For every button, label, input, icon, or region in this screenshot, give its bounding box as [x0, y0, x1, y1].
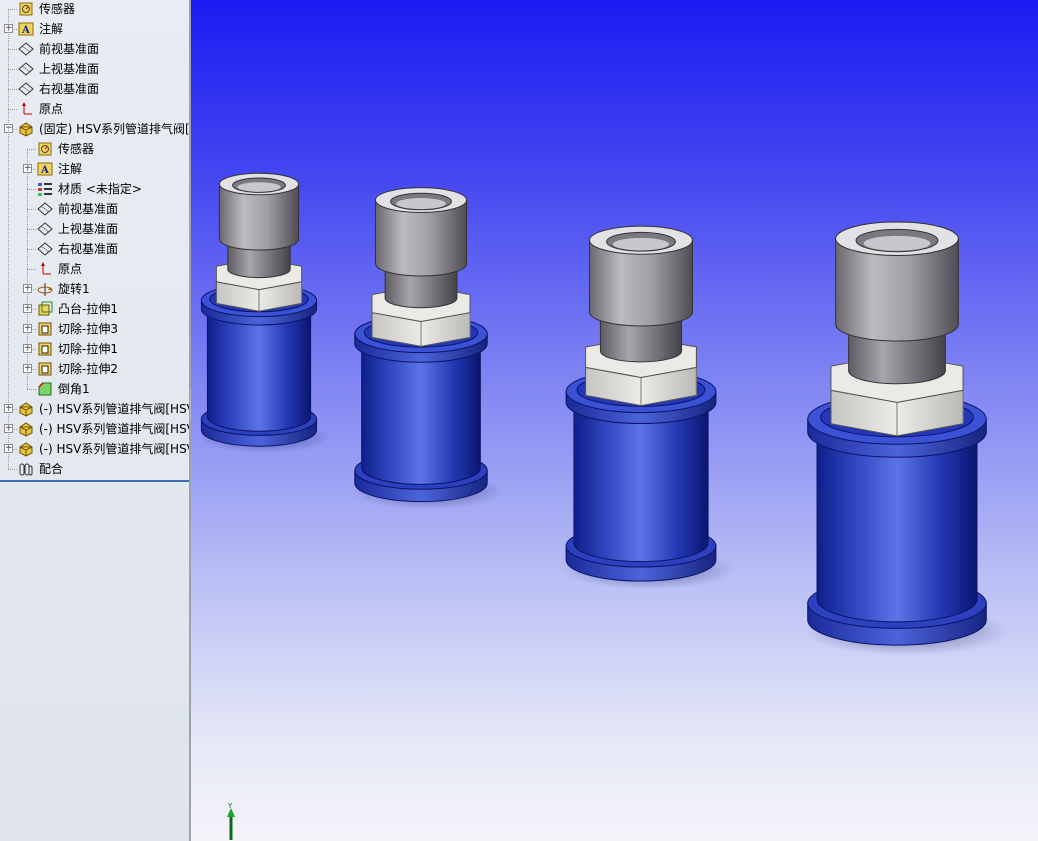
tree-connector [8, 89, 17, 90]
tree-item-label: 凸台-拉伸1 [58, 302, 118, 316]
tree-item-label: 原点 [39, 102, 64, 116]
plane-icon [37, 202, 53, 216]
tree-connector [8, 109, 17, 110]
tree-item-label: (-) HSV系列管道排气阀[HSV [39, 402, 191, 416]
chamfer-icon [38, 382, 52, 396]
tree-item-label: (固定) HSV系列管道排气阀[H [39, 122, 191, 136]
valve-models-scene [199, 172, 1009, 656]
tree-item-label: 右视基准面 [58, 242, 119, 256]
tree-item-label: 材质 <未指定> [58, 182, 142, 196]
tree-item-label: 传感器 [58, 142, 95, 156]
tree-item-label: 倒角1 [58, 382, 90, 396]
cut-extrude-icon [38, 342, 52, 356]
valve-model[interactable] [199, 172, 331, 453]
tree-item-label: 前视基准面 [39, 42, 100, 56]
mates-icon [19, 463, 33, 476]
tree-item-cut-extrude[interactable]: + 切除-拉伸2 [0, 359, 189, 379]
tree-item-part[interactable]: + (-) HSV系列管道排气阀[HSV [0, 439, 189, 459]
annotation-icon: A [18, 22, 34, 36]
tree-item-cut-extrude[interactable]: + 切除-拉伸3 [0, 319, 189, 339]
feature-manager-tree: 传感器 + A 注解 前视基准面 上视基准面 右视基准面 原点 − (固定) HSV系列管道排气阀… [0, 0, 191, 841]
tree-item-label: 上视基准面 [58, 222, 119, 236]
triad-y-label: Y [227, 802, 233, 810]
tree-item-boss-extrude[interactable]: + 凸台-拉伸1 [0, 299, 189, 319]
tree-item-cut-extrude[interactable]: + 切除-拉伸1 [0, 339, 189, 359]
tree-item-plane[interactable]: 右视基准面 [0, 79, 189, 99]
tree-item-label: (-) HSV系列管道排气阀[HSV [39, 442, 191, 456]
part-icon [19, 402, 33, 417]
tree-item-label: 注解 [58, 162, 83, 176]
origin-icon [22, 102, 32, 115]
plane-icon [18, 82, 34, 96]
tree-item-label: 原点 [58, 262, 83, 276]
origin-icon [41, 262, 51, 275]
plane-icon [18, 62, 34, 76]
tree-item-label: 配合 [39, 462, 64, 476]
tree-item-material[interactable]: 材质 <未指定> [0, 179, 189, 199]
tree-item-plane[interactable]: 右视基准面 [0, 239, 189, 259]
part-icon [19, 442, 33, 457]
tree-item-label: 切除-拉伸2 [58, 362, 118, 376]
tree-trunk-line [8, 9, 9, 469]
tree-item-plane[interactable]: 前视基准面 [0, 199, 189, 219]
tree-item-origin[interactable]: 原点 [0, 259, 189, 279]
tree-item-plane[interactable]: 上视基准面 [0, 219, 189, 239]
tree-connector [27, 269, 36, 270]
plane-icon [37, 222, 53, 236]
revolve-icon [37, 283, 53, 296]
tree-item-mates[interactable]: 配合 [0, 459, 189, 479]
tree-item-label: 传感器 [39, 2, 76, 16]
plane-icon [18, 42, 34, 56]
tree-item-label: 旋转1 [58, 282, 90, 296]
tree-connector [27, 249, 36, 250]
tree-divider [0, 480, 189, 482]
svg-text:A: A [21, 25, 30, 36]
tree-item-annotation[interactable]: + A 注解 [0, 19, 189, 39]
tree-connector [8, 469, 17, 470]
tree-connector [27, 209, 36, 210]
tree-item-chamfer[interactable]: 倒角1 [0, 379, 189, 399]
sensor-icon [38, 142, 52, 156]
part-icon [19, 122, 33, 137]
material-icon [38, 183, 52, 196]
tree-item-label: 切除-拉伸1 [58, 342, 118, 356]
graphics-area[interactable]: Y [191, 0, 1038, 841]
cut-extrude-icon [38, 322, 52, 336]
tree-item-label: 上视基准面 [39, 62, 100, 76]
tree-item-part[interactable]: + (-) HSV系列管道排气阀[HSV [0, 399, 189, 419]
tree-connector [27, 389, 36, 390]
tree-connector [8, 49, 17, 50]
valve-model[interactable] [563, 225, 735, 590]
svg-text:A: A [40, 165, 49, 176]
axis-triad-icon: Y [227, 802, 235, 840]
tree-item-label: 注解 [39, 22, 64, 36]
annotation-icon: A [37, 162, 53, 176]
tree-connector [27, 229, 36, 230]
sensor-icon [19, 2, 33, 16]
boss-extrude-icon [38, 301, 53, 316]
plane-icon [37, 242, 53, 256]
tree-connector [27, 149, 36, 150]
tree-branch-line [27, 149, 28, 389]
tree-item-label: 切除-拉伸3 [58, 322, 118, 336]
tree-item-revolve[interactable]: + 旋转1 [0, 279, 189, 299]
tree-item-part[interactable]: − (固定) HSV系列管道排气阀[H [0, 119, 189, 139]
tree-item-label: (-) HSV系列管道排气阀[HSV [39, 422, 191, 436]
tree-item-label: 右视基准面 [39, 82, 100, 96]
tree-item-sensor[interactable]: 传感器 [0, 0, 189, 19]
tree-item-part[interactable]: + (-) HSV系列管道排气阀[HSV [0, 419, 189, 439]
tree-item-sensor[interactable]: 传感器 [0, 139, 189, 159]
valve-model[interactable] [804, 221, 1009, 656]
tree-connector [8, 9, 17, 10]
tree-item-annotation[interactable]: + A 注解 [0, 159, 189, 179]
tree-item-origin[interactable]: 原点 [0, 99, 189, 119]
cut-extrude-icon [38, 362, 52, 376]
part-icon [19, 422, 33, 437]
tree-connector [8, 69, 17, 70]
tree-connector [27, 189, 36, 190]
tree-item-plane[interactable]: 前视基准面 [0, 39, 189, 59]
tree-item-label: 前视基准面 [58, 202, 119, 216]
tree-item-plane[interactable]: 上视基准面 [0, 59, 189, 79]
valve-model[interactable] [352, 187, 504, 510]
